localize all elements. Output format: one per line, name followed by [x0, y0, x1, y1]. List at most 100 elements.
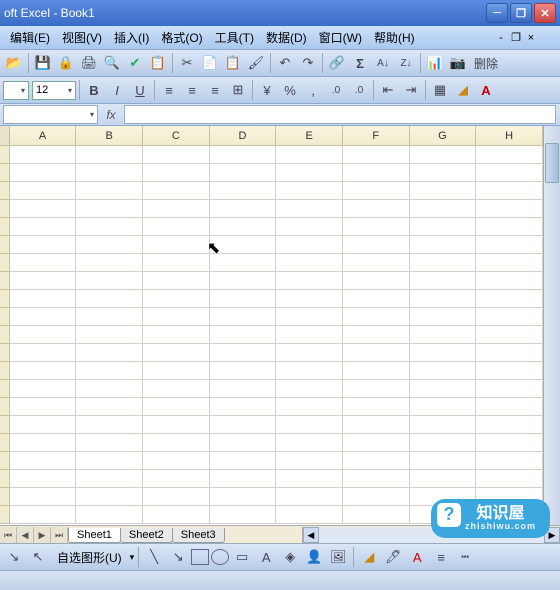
cell[interactable] [210, 218, 277, 236]
cell[interactable] [276, 254, 343, 272]
cell[interactable] [343, 452, 410, 470]
cell[interactable] [143, 452, 210, 470]
diagram-icon[interactable]: ◈ [279, 546, 301, 568]
cell[interactable] [210, 146, 277, 164]
cell[interactable] [210, 506, 277, 524]
row-header[interactable] [0, 344, 10, 362]
cell[interactable] [343, 254, 410, 272]
cell[interactable] [10, 398, 77, 416]
cell[interactable] [10, 326, 77, 344]
cell[interactable] [210, 326, 277, 344]
draw-menu-icon[interactable]: ↘ [3, 546, 25, 568]
formula-input[interactable] [124, 105, 556, 124]
cell[interactable] [410, 434, 477, 452]
cut-icon[interactable]: ✂ [176, 52, 198, 74]
cell[interactable] [76, 272, 143, 290]
cell[interactable] [143, 434, 210, 452]
cell[interactable] [76, 434, 143, 452]
row-header[interactable] [0, 362, 10, 380]
cell[interactable] [410, 254, 477, 272]
cell[interactable] [343, 164, 410, 182]
dash-style-icon[interactable]: ┅ [454, 546, 476, 568]
doc-close-button[interactable]: × [524, 31, 538, 45]
menu-edit[interactable]: 编辑(E) [4, 27, 56, 48]
cell[interactable] [276, 326, 343, 344]
cell[interactable] [410, 326, 477, 344]
menu-format[interactable]: 格式(O) [155, 27, 208, 48]
cell[interactable] [476, 452, 543, 470]
cell[interactable] [276, 164, 343, 182]
row-header[interactable] [0, 182, 10, 200]
cell[interactable] [343, 146, 410, 164]
cell[interactable] [143, 236, 210, 254]
cell[interactable] [276, 290, 343, 308]
increase-indent-icon[interactable]: ⇥ [400, 79, 422, 101]
cell[interactable] [476, 236, 543, 254]
cell[interactable] [410, 146, 477, 164]
minimize-button[interactable]: ─ [486, 3, 508, 23]
cell[interactable] [410, 182, 477, 200]
cell[interactable] [143, 344, 210, 362]
cell[interactable] [476, 470, 543, 488]
cell[interactable] [76, 488, 143, 506]
cell[interactable] [410, 398, 477, 416]
cell[interactable] [210, 362, 277, 380]
rectangle-icon[interactable] [191, 549, 209, 565]
cell[interactable] [410, 218, 477, 236]
cell[interactable] [276, 452, 343, 470]
cell[interactable] [210, 272, 277, 290]
cell[interactable] [143, 164, 210, 182]
cell[interactable] [410, 470, 477, 488]
cell[interactable] [476, 254, 543, 272]
cell[interactable] [476, 326, 543, 344]
cell[interactable] [276, 146, 343, 164]
cell[interactable] [10, 182, 77, 200]
cell[interactable] [210, 452, 277, 470]
cell[interactable] [210, 308, 277, 326]
cell[interactable] [476, 434, 543, 452]
cell[interactable] [210, 434, 277, 452]
cell[interactable] [76, 182, 143, 200]
redo-icon[interactable]: ↷ [297, 52, 319, 74]
cell[interactable] [76, 326, 143, 344]
row-header[interactable] [0, 218, 10, 236]
cell[interactable] [476, 290, 543, 308]
spelling-icon[interactable]: ✔ [124, 52, 146, 74]
cell[interactable] [276, 236, 343, 254]
cell[interactable] [143, 380, 210, 398]
cell[interactable] [10, 200, 77, 218]
currency-icon[interactable]: ¥ [256, 79, 278, 101]
row-header[interactable] [0, 254, 10, 272]
cell[interactable] [143, 146, 210, 164]
increase-decimal-icon[interactable]: .0 [325, 79, 347, 101]
cell[interactable] [476, 164, 543, 182]
cell[interactable] [76, 416, 143, 434]
cell[interactable] [10, 272, 77, 290]
cell[interactable] [343, 488, 410, 506]
cell[interactable] [10, 254, 77, 272]
font-color-icon[interactable]: A [475, 79, 497, 101]
tab-nav-next[interactable]: ▶ [34, 527, 51, 543]
arrow-icon[interactable]: ↘ [167, 546, 189, 568]
cell[interactable] [143, 398, 210, 416]
permission-icon[interactable]: 🔒 [55, 52, 77, 74]
cell[interactable] [76, 470, 143, 488]
close-button[interactable]: ✕ [534, 3, 556, 23]
cell[interactable] [343, 308, 410, 326]
cell[interactable] [343, 416, 410, 434]
cell[interactable] [210, 164, 277, 182]
cell[interactable] [76, 398, 143, 416]
align-center-icon[interactable]: ≡ [181, 79, 203, 101]
cell[interactable] [410, 416, 477, 434]
picture-icon[interactable]: 🖼 [327, 546, 349, 568]
cell[interactable] [343, 380, 410, 398]
cell[interactable] [476, 416, 543, 434]
cell[interactable] [276, 380, 343, 398]
cell[interactable] [343, 470, 410, 488]
cell[interactable] [410, 452, 477, 470]
doc-minimize-button[interactable]: - [494, 31, 508, 45]
cell[interactable] [343, 218, 410, 236]
cell[interactable] [10, 362, 77, 380]
cell[interactable] [410, 272, 477, 290]
cell[interactable] [143, 272, 210, 290]
